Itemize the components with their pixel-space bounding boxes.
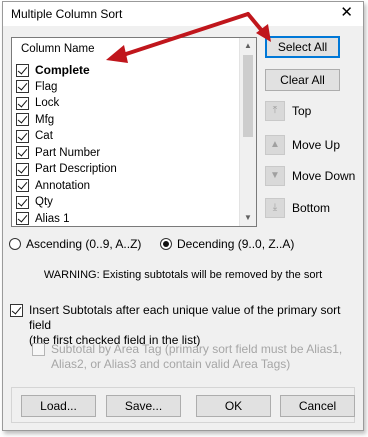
list-item[interactable]: Qty (16, 194, 240, 211)
ascending-option[interactable]: Ascending (0..9, A..Z) (9, 237, 141, 251)
insert-subtotals-checkbox[interactable] (10, 304, 23, 317)
bottom-label: Bottom (292, 201, 331, 215)
select-all-button[interactable]: Select All (265, 36, 340, 58)
scroll-up-icon[interactable]: ▲ (240, 38, 256, 54)
descending-label: Decending (9..0, Z..A) (177, 237, 295, 251)
list-item-checkbox[interactable] (16, 179, 29, 193)
arrow-up-icon: ▲ (265, 135, 285, 155)
list-item-checkbox[interactable] (16, 212, 29, 226)
list-item-checkbox[interactable] (16, 63, 29, 77)
bottom-button[interactable]: ⤓ Bottom (265, 198, 330, 218)
list-item-label: Cat (35, 130, 53, 143)
list-item-label: Complete (35, 63, 90, 78)
list-item[interactable]: Alias 1 (16, 211, 240, 228)
list-item[interactable]: Lock (16, 95, 240, 112)
area-tag-option[interactable]: Subtotal by Area Tag (primary sort field… (32, 342, 342, 372)
list-item[interactable]: Cat (16, 128, 240, 145)
cancel-button[interactable]: Cancel (280, 395, 355, 417)
column-list[interactable]: Column Name Complete Flag Lock Mfg Cat Part N… (11, 37, 257, 227)
move-top-icon: ⤒ (265, 101, 285, 121)
list-item-label: Alias 1 (35, 212, 70, 225)
clear-all-button[interactable]: Clear All (265, 69, 340, 91)
ok-button[interactable]: OK (196, 395, 271, 417)
list-item-label: Flag (35, 80, 58, 93)
list-item-label: Part Number (35, 146, 101, 159)
arrow-down-icon: ▼ (265, 166, 285, 186)
area-tag-checkbox[interactable] (32, 343, 45, 356)
area-tag-label: Subtotal by Area Tag (primary sort field… (51, 342, 342, 372)
multiple-column-sort-dialog: Multiple Column Sort ✕ Column Name Compl… (2, 1, 364, 431)
scroll-thumb[interactable] (243, 55, 253, 137)
list-item-checkbox[interactable] (16, 195, 29, 209)
list-item[interactable]: Mfg (16, 112, 240, 129)
list-item-checkbox[interactable] (16, 146, 29, 160)
descending-radio[interactable] (160, 238, 172, 250)
column-list-rows: Complete Flag Lock Mfg Cat Part Number Part De… (16, 62, 240, 227)
move-down-button[interactable]: ▼ Move Down (265, 166, 355, 186)
move-up-button[interactable]: ▲ Move Up (265, 135, 340, 155)
list-item[interactable]: Complete (16, 62, 240, 79)
dialog-title: Multiple Column Sort (11, 7, 123, 21)
move-bottom-icon: ⤓ (265, 198, 285, 218)
warning-text: WARNING: Existing subtotals will be remo… (43, 269, 323, 281)
list-item-checkbox[interactable] (16, 129, 29, 143)
scroll-down-icon[interactable]: ▼ (240, 210, 256, 226)
list-item-label: Qty (35, 196, 53, 209)
list-item[interactable]: Part Description (16, 161, 240, 178)
list-item-label: Lock (35, 97, 60, 110)
load-button[interactable]: Load... (21, 395, 96, 417)
top-label: Top (292, 104, 312, 118)
list-item-checkbox[interactable] (16, 113, 29, 127)
list-item-label: Part Description (35, 163, 117, 176)
move-down-label: Move Down (292, 169, 356, 183)
list-item[interactable]: Part Number (16, 145, 240, 162)
list-item-label: Annotation (35, 179, 90, 192)
area-tag-line2: Alias2, or Alias3 and contain valid Area… (51, 357, 291, 371)
ascending-radio[interactable] (9, 238, 21, 250)
list-item-checkbox[interactable] (16, 162, 29, 176)
column-name-header: Column Name (21, 43, 95, 55)
list-item-checkbox[interactable] (16, 96, 29, 110)
descending-option[interactable]: Decending (9..0, Z..A) (160, 237, 294, 251)
top-button[interactable]: ⤒ Top (265, 101, 311, 121)
close-icon[interactable]: ✕ (340, 4, 353, 22)
insert-subtotals-line1: Insert Subtotals after each unique value… (29, 303, 341, 332)
list-item-label: Mfg (35, 113, 55, 126)
move-up-label: Move Up (292, 138, 341, 152)
ascending-label: Ascending (0..9, A..Z) (26, 237, 142, 251)
list-item[interactable]: Annotation (16, 178, 240, 195)
list-item-checkbox[interactable] (16, 80, 29, 94)
area-tag-line1: Subtotal by Area Tag (primary sort field… (51, 342, 343, 356)
title-bar: Multiple Column Sort ✕ (3, 2, 363, 26)
list-scrollbar[interactable]: ▲ ▼ (239, 38, 256, 226)
list-item[interactable]: Flag (16, 79, 240, 96)
save-button[interactable]: Save... (106, 395, 181, 417)
